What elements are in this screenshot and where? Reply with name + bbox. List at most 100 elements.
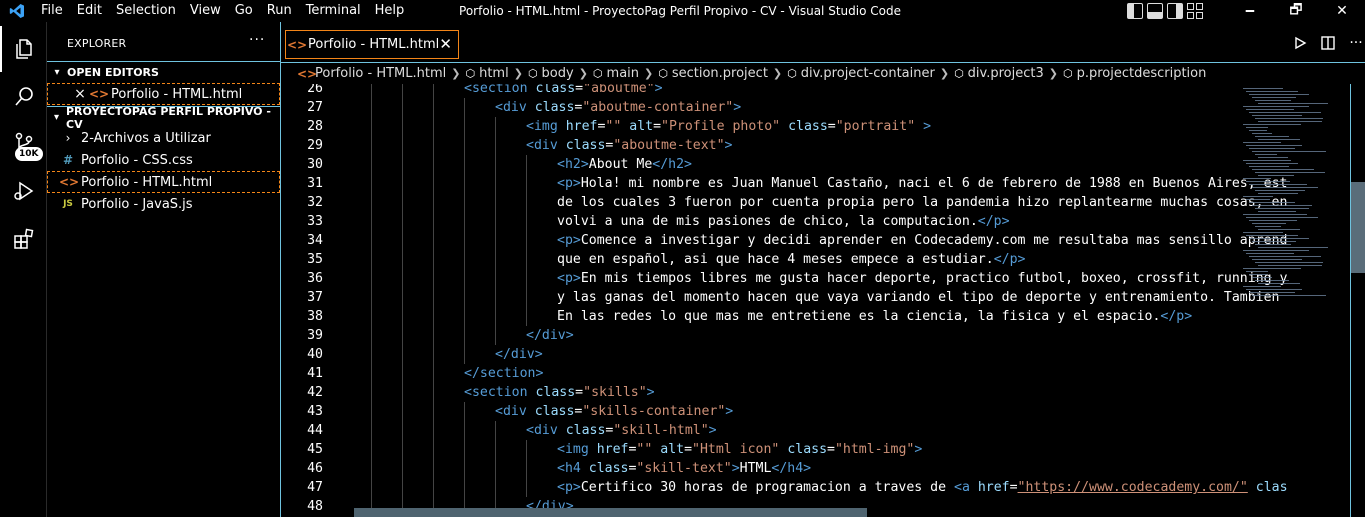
code-line[interactable]: 29 <div class="aboutme-text"> — [281, 136, 1241, 155]
indent-guide — [433, 440, 434, 459]
minimap-line — [1243, 178, 1271, 179]
html-file-icon: <> — [297, 66, 318, 81]
toggle-primary-sidebar-icon[interactable] — [1127, 3, 1143, 19]
breadcrumb-main[interactable]: ⬡ main — [593, 66, 639, 81]
breadcrumb-projectdescription[interactable]: ⬡ p.projectdescription — [1063, 66, 1206, 81]
menu-file[interactable]: File — [34, 0, 70, 22]
code-line[interactable]: 32 de los cuales 3 fueron por cuenta prop… — [281, 193, 1287, 212]
code-token: <div — [495, 404, 535, 419]
project-folder-header[interactable]: ▾ PROYECTOPAG PERFIL PROPIVO - CV — [47, 105, 280, 131]
indent-guide — [464, 440, 465, 459]
code-token: class — [588, 461, 629, 476]
tree-item-css[interactable]: # Porfolio - CSS.css — [47, 149, 280, 171]
minimap-line — [1252, 169, 1314, 170]
menu-run[interactable]: Run — [260, 0, 299, 22]
search-icon[interactable] — [0, 74, 47, 120]
more-actions-icon[interactable]: ··· — [1347, 34, 1365, 52]
code-line[interactable]: 30 <h2>About Me</h2> — [281, 155, 1241, 174]
indent-guide — [402, 117, 403, 136]
menu-selection[interactable]: Selection — [109, 0, 183, 22]
code-line[interactable]: 26 <section class="aboutme"> — [281, 84, 1241, 98]
run-icon[interactable] — [1291, 34, 1309, 52]
horizontal-scrollbar-thumb[interactable] — [354, 508, 867, 517]
code-line[interactable]: 33 volvi a una de mis pasiones de chico, … — [281, 212, 1241, 231]
menu-go[interactable]: Go — [228, 0, 260, 22]
minimap-line — [1252, 205, 1312, 206]
code-line[interactable]: 39 </div> — [281, 326, 1241, 345]
tree-item-folder[interactable]: › 2-Archivos a Utilizar — [47, 127, 280, 149]
code-line[interactable]: 34 <p>Comence a investigar y decidi apren… — [281, 231, 1287, 250]
minimap-line — [1246, 91, 1298, 92]
indent-guide — [433, 421, 434, 440]
line-number: 43 — [307, 404, 323, 419]
indent-guide — [495, 440, 496, 459]
tree-item-html[interactable]: <> Porfolio - HTML.html — [47, 171, 280, 193]
close-window-button[interactable]: ✕ — [1319, 0, 1365, 22]
code-line[interactable]: 40 </div> — [281, 345, 1241, 364]
tree-item-js[interactable]: JS Porfolio - JavaS.js — [47, 193, 280, 215]
breadcrumb-file[interactable]: <> Porfolio - HTML.html — [297, 66, 446, 81]
code-token: <div — [526, 138, 566, 153]
menu-terminal[interactable]: Terminal — [299, 0, 368, 22]
breadcrumb-project3[interactable]: ⬡ div.project3 — [954, 66, 1044, 81]
indent-guide — [464, 212, 465, 231]
split-editor-icon[interactable] — [1319, 34, 1337, 52]
minimap-line — [1243, 88, 1283, 89]
code-line[interactable]: 42 <section class="skills"> — [281, 383, 1241, 402]
code-line[interactable]: 28 <img href="" alt="Profile photo" class… — [281, 117, 1241, 136]
code-token: About Me — [588, 157, 653, 172]
minimap-line — [1252, 241, 1296, 242]
breadcrumb-html[interactable]: ⬡ html — [465, 66, 508, 81]
close-tab-icon[interactable]: ✕ — [439, 35, 452, 53]
breadcrumb: <> Porfolio - HTML.html ❯ ⬡ html ❯ ⬡ body ❯… — [281, 63, 1365, 84]
close-icon[interactable]: × — [71, 86, 89, 102]
explorer-icon[interactable] — [0, 26, 47, 72]
open-editor-item[interactable]: × <> Porfolio - HTML.html — [47, 83, 280, 105]
run-debug-icon[interactable] — [0, 168, 47, 214]
code-line[interactable]: 43 <div class="skills-container"> — [281, 402, 1241, 421]
minimap-line — [1249, 166, 1289, 167]
toggle-secondary-sidebar-icon[interactable] — [1167, 3, 1183, 19]
code-line[interactable]: 38 En las redes lo que mas me entretiene … — [281, 307, 1241, 326]
indent-guide — [402, 364, 403, 383]
breadcrumb-project-container[interactable]: ⬡ div.project-container — [787, 66, 935, 81]
code-line[interactable]: 36 <p>En mis tiempos libres me gusta hace… — [281, 269, 1287, 288]
indent-guide — [402, 459, 403, 478]
code-line[interactable]: 47 <p>Certifico 30 horas de programacion … — [281, 478, 1288, 497]
indent-guide — [433, 136, 434, 155]
restore-button[interactable]: 🗗 — [1273, 0, 1319, 22]
code-line[interactable]: 37 y las ganas del momento hacen que vaya… — [281, 288, 1280, 307]
minimap-line — [1252, 151, 1326, 152]
breadcrumb-section-project[interactable]: ⬡ section.project — [658, 66, 768, 81]
code-editor[interactable]: 26 <section class="aboutme"> 27 <div class=… — [281, 84, 1365, 517]
minimap-line — [1243, 160, 1291, 161]
code-line[interactable]: 45 <img href="" alt="Html icon" class="ht… — [281, 440, 1241, 459]
extensions-icon[interactable] — [0, 216, 47, 262]
code-line[interactable]: 27 <div class="aboutme-container"> — [281, 98, 1241, 117]
tab-porfolio-html[interactable]: <> Porfolio - HTML.html ✕ — [285, 30, 459, 59]
code-token: > — [731, 461, 740, 476]
minimap-line — [1255, 136, 1289, 137]
menu-edit[interactable]: Edit — [70, 0, 109, 22]
line-number: 46 — [307, 461, 323, 476]
code-line[interactable]: 35 que en español, asi que hace 4 meses e… — [281, 250, 1241, 269]
line-number: 41 — [307, 366, 323, 381]
code-token: "aboutme-container" — [582, 100, 734, 115]
breadcrumb-body[interactable]: ⬡ body — [528, 66, 574, 81]
source-control-badge: 10K — [15, 147, 43, 161]
open-editors-header[interactable]: ▾ OPEN EDITORS — [47, 61, 280, 83]
minimap[interactable] — [1235, 84, 1350, 517]
toggle-panel-icon[interactable] — [1147, 3, 1163, 19]
minimize-button[interactable]: 🗕 — [1227, 0, 1273, 22]
code-line[interactable]: 44 <div class="skill-html"> — [281, 421, 1241, 440]
customize-layout-icon[interactable] — [1187, 3, 1203, 19]
code-line[interactable]: 31 <p>Hola! mi nombre es Juan Manuel Cast… — [281, 174, 1287, 193]
menu-view[interactable]: View — [183, 0, 228, 22]
more-actions-icon[interactable]: ··· — [249, 32, 265, 48]
indent-guide — [402, 174, 403, 193]
code-line[interactable]: 41 </section> — [281, 364, 1241, 383]
code-token: </p> — [1160, 309, 1193, 324]
vertical-scrollbar-thumb[interactable] — [1351, 182, 1365, 273]
indent-guide — [464, 478, 465, 497]
code-line[interactable]: 46 <h4 class="skill-text">HTML</h4> — [281, 459, 1241, 478]
